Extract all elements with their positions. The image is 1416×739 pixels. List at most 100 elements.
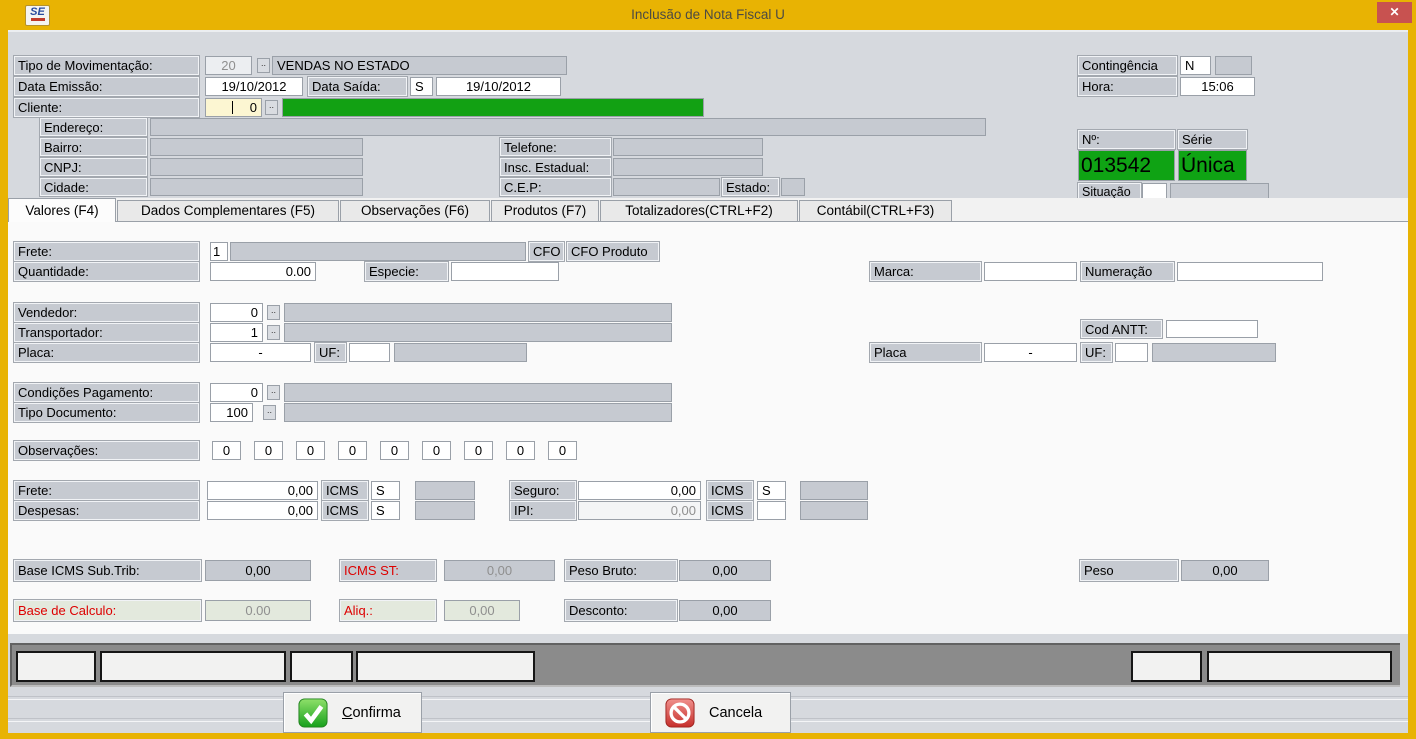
tab-dados-complementares[interactable]: Dados Complementares (F5) — [117, 200, 339, 222]
uf-field[interactable] — [349, 343, 390, 362]
marca-field[interactable] — [984, 262, 1077, 281]
seguro-field[interactable]: 0,00 — [578, 481, 701, 500]
despesas-label: Despesas: — [14, 501, 199, 520]
quantidade-label: Quantidade: — [14, 262, 199, 281]
ipi-icms-flag-field[interactable] — [757, 501, 786, 520]
cliente-browse-button[interactable]: .. — [265, 100, 278, 115]
observacao-5-field[interactable]: 0 — [380, 441, 409, 460]
tab-totalizadores[interactable]: Totalizadores(CTRL+F2) — [600, 200, 798, 222]
observacao-6-field[interactable]: 0 — [422, 441, 451, 460]
data-emissao-label: Data Emissão: — [14, 77, 199, 96]
frete-tipo-field[interactable]: 1 — [210, 242, 228, 261]
seguro-icms-flag-field[interactable]: S — [757, 481, 786, 500]
status-grid-bar — [10, 643, 1400, 687]
tab-observacoes[interactable]: Observações (F6) — [340, 200, 490, 222]
contingencia-field[interactable]: N — [1180, 56, 1211, 75]
numero-value: 013542 — [1078, 150, 1175, 181]
app-logo-icon: SE — [25, 5, 50, 26]
icms-st-label: ICMS ST: — [340, 560, 436, 581]
observacao-3-field[interactable]: 0 — [296, 441, 325, 460]
data-saida-field[interactable]: 19/10/2012 — [436, 77, 561, 96]
cliente-code-field[interactable]: 0 — [205, 98, 262, 117]
base-icms-subtrib-field: 0,00 — [205, 560, 311, 581]
uf2-field[interactable] — [1115, 343, 1148, 362]
peso-field: 0,00 — [1181, 560, 1269, 581]
cod-antt-field[interactable] — [1166, 320, 1258, 338]
quantidade-field[interactable]: 0.00 — [210, 262, 316, 281]
seguro-icms-extra-field — [800, 481, 868, 500]
especie-field[interactable] — [451, 262, 559, 281]
observacoes-label: Observações: — [14, 441, 199, 460]
desconto-field: 0,00 — [679, 600, 771, 621]
cancela-button[interactable]: Cancela — [650, 692, 791, 733]
transportador-label: Transportador: — [14, 323, 199, 342]
placa2-field[interactable]: - — [984, 343, 1077, 362]
contingencia-extra-field — [1215, 56, 1252, 75]
tipo-documento-browse-button[interactable]: .. — [263, 405, 276, 420]
aliq-label: Aliq.: — [340, 600, 436, 621]
close-button[interactable]: ✕ — [1377, 2, 1412, 23]
frete-icms-label: ICMS — [322, 481, 368, 500]
title-bar: Inclusão de Nota Fiscal U SE ✕ — [0, 0, 1416, 30]
status-grid-cell — [1207, 651, 1392, 682]
cnpj-field — [150, 158, 363, 176]
tab-contabil[interactable]: Contábil(CTRL+F3) — [799, 200, 952, 222]
observacao-1-field[interactable]: 0 — [212, 441, 241, 460]
hora-field[interactable]: 15:06 — [1180, 77, 1255, 96]
tipo-documento-label: Tipo Documento: — [14, 403, 199, 422]
observacao-2-field[interactable]: 0 — [254, 441, 283, 460]
tipo-movimentacao-label: Tipo de Movimentação: — [14, 56, 199, 75]
placa-field[interactable]: - — [210, 343, 311, 362]
insc-estadual-label: Insc. Estadual: — [500, 158, 611, 176]
confirma-button[interactable]: Confirma — [283, 692, 422, 733]
desconto-label: Desconto: — [565, 600, 677, 621]
cod-antt-label: Cod ANTT: — [1081, 320, 1162, 338]
observacao-9-field[interactable]: 0 — [548, 441, 577, 460]
data-emissao-field[interactable]: 19/10/2012 — [205, 77, 303, 96]
vendedor-browse-button[interactable]: .. — [267, 305, 280, 320]
status-grid-cell — [100, 651, 286, 682]
window-title: Inclusão de Nota Fiscal U — [0, 7, 1416, 22]
condicoes-pagamento-code-field[interactable]: 0 — [210, 383, 263, 402]
frete-valor-field[interactable]: 0,00 — [207, 481, 318, 500]
transportador-code-field[interactable]: 1 — [210, 323, 263, 342]
text-cursor — [232, 101, 233, 114]
status-grid-cell — [290, 651, 353, 682]
numeracao-field[interactable] — [1177, 262, 1323, 281]
frete-tipo-desc-field — [230, 242, 526, 261]
marca-label: Marca: — [870, 262, 981, 281]
despesas-icms-flag-field[interactable]: S — [371, 501, 400, 520]
insc-estadual-field — [613, 158, 763, 176]
data-saida-flag-field[interactable]: S — [410, 77, 433, 96]
seguro-icms-label: ICMS — [707, 481, 753, 500]
vendedor-code-field[interactable]: 0 — [210, 303, 263, 322]
transportador-desc-field — [284, 323, 672, 342]
tab-produtos[interactable]: Produtos (F7) — [491, 200, 599, 222]
frete-icms-extra-field — [415, 481, 475, 500]
uf-desc-field — [394, 343, 527, 362]
despesas-field[interactable]: 0,00 — [207, 501, 318, 520]
cnpj-label: CNPJ: — [40, 158, 147, 176]
estado-label: Estado: — [722, 178, 779, 196]
frete-tipo-label: Frete: — [14, 242, 199, 261]
observacao-4-field[interactable]: 0 — [338, 441, 367, 460]
condicoes-pagamento-browse-button[interactable]: .. — [267, 385, 280, 400]
frete-icms-flag-field[interactable]: S — [371, 481, 400, 500]
transportador-browse-button[interactable]: .. — [267, 325, 280, 340]
window: Inclusão de Nota Fiscal U SE ✕ Tipo de M… — [0, 0, 1416, 739]
aliq-field: 0,00 — [444, 600, 520, 621]
observacao-7-field[interactable]: 0 — [464, 441, 493, 460]
tipo-movimentacao-code-field[interactable]: 20 — [205, 56, 252, 75]
data-saida-label: Data Saída: — [308, 77, 407, 96]
tipo-documento-code-field[interactable]: 100 — [210, 403, 253, 422]
bairro-label: Bairro: — [40, 138, 147, 156]
ipi-label: IPI: — [510, 501, 576, 520]
ipi-icms-extra-field — [800, 501, 868, 520]
telefone-label: Telefone: — [500, 138, 611, 156]
tab-valores[interactable]: Valores (F4) — [8, 198, 116, 222]
tipo-movimentacao-browse-button[interactable]: .. — [257, 58, 270, 73]
especie-label: Especie: — [365, 262, 448, 281]
serie-label: Série — [1178, 130, 1247, 149]
observacao-8-field[interactable]: 0 — [506, 441, 535, 460]
despesas-icms-label: ICMS — [322, 501, 368, 520]
